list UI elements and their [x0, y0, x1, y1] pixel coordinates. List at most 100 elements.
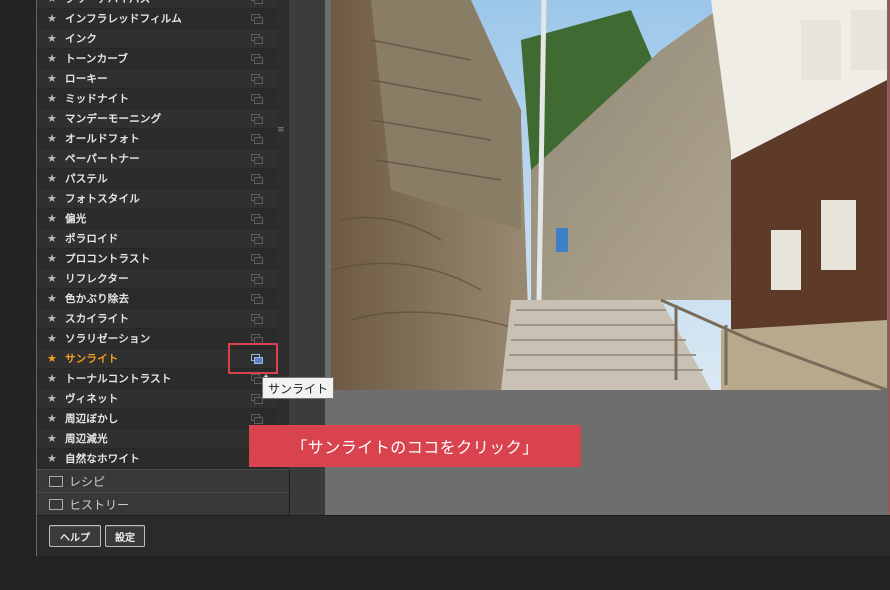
copy-icon[interactable]	[251, 314, 263, 324]
star-icon[interactable]: ★	[47, 392, 61, 405]
filter-item[interactable]: ★ 周辺ぼかし	[37, 409, 277, 429]
star-icon[interactable]: ★	[47, 32, 61, 45]
filter-item[interactable]: ★ インク	[37, 29, 277, 49]
filter-item-label: トーナルコントラスト	[65, 373, 172, 385]
filter-item-label: オールドフォト	[65, 133, 140, 145]
star-icon[interactable]: ★	[47, 232, 61, 245]
filter-item-label: ポラロイド	[65, 233, 119, 245]
photo-preview	[331, 0, 887, 390]
filter-item[interactable]: ★ トーンカーブ	[37, 49, 277, 69]
star-icon[interactable]: ★	[47, 252, 61, 265]
star-icon[interactable]: ★	[47, 352, 61, 365]
panel-scrollbar[interactable]	[289, 0, 326, 470]
star-icon[interactable]: ★	[47, 452, 61, 465]
star-icon[interactable]: ★	[47, 0, 61, 5]
star-icon[interactable]: ★	[47, 272, 61, 285]
filter-item-label: フォトスタイル	[65, 193, 140, 205]
filter-item-label: 周辺減光	[65, 433, 108, 445]
help-button[interactable]: ヘルプ	[49, 525, 101, 547]
filter-item-label: スカイライト	[65, 313, 130, 325]
filter-item[interactable]: ★ マンデーモーニング	[37, 109, 277, 129]
history-section-label: ヒストリー	[69, 497, 130, 512]
copy-icon[interactable]	[251, 154, 263, 164]
copy-icon[interactable]	[251, 114, 263, 124]
highlight-box	[228, 343, 278, 374]
copy-icon[interactable]	[251, 214, 263, 224]
star-icon[interactable]: ★	[47, 432, 61, 445]
filter-item-label: 色かぶり除去	[65, 293, 130, 305]
filter-item-label: 自然なホワイト	[65, 453, 140, 465]
copy-icon[interactable]	[251, 194, 263, 204]
star-icon[interactable]: ★	[47, 132, 61, 145]
filter-item[interactable]: ★ 偏光	[37, 209, 277, 229]
copy-icon[interactable]	[251, 134, 263, 144]
canvas-edge-line	[888, 0, 889, 515]
bottom-toolbar: ヘルプ 設定	[37, 515, 890, 556]
copy-icon[interactable]	[251, 414, 263, 424]
copy-icon[interactable]	[251, 34, 263, 44]
filter-item-label: リフレクター	[65, 273, 129, 285]
filter-item[interactable]: ★ 自然なホワイト	[37, 449, 277, 469]
star-icon[interactable]: ★	[47, 52, 61, 65]
history-icon	[49, 498, 63, 510]
copy-icon[interactable]	[251, 234, 263, 244]
filter-item-label: トーンカーブ	[65, 53, 129, 65]
filter-item-label: ローキー	[65, 73, 108, 85]
filter-item[interactable]: ★ ペーパートナー	[37, 149, 277, 169]
filter-item[interactable]: ★ ブリーチバイパス	[37, 0, 277, 9]
filter-item[interactable]: ★ オールドフォト	[37, 129, 277, 149]
copy-icon[interactable]	[251, 54, 263, 64]
star-icon[interactable]: ★	[47, 112, 61, 125]
filter-item[interactable]: ★ フォトスタイル	[37, 189, 277, 209]
filter-item[interactable]: ★ パステル	[37, 169, 277, 189]
star-icon[interactable]: ★	[47, 412, 61, 425]
star-icon[interactable]: ★	[47, 212, 61, 225]
star-icon[interactable]: ★	[47, 292, 61, 305]
filter-item-label: マンデーモーニング	[65, 113, 162, 125]
star-icon[interactable]: ★	[47, 172, 61, 185]
filter-item[interactable]: ★ プロコントラスト	[37, 249, 277, 269]
copy-icon[interactable]	[251, 174, 263, 184]
star-icon[interactable]: ★	[47, 92, 61, 105]
filter-item[interactable]: ★ 周辺減光	[37, 429, 277, 449]
star-icon[interactable]: ★	[47, 372, 61, 385]
copy-icon[interactable]	[251, 0, 263, 4]
filter-item-label: ヴィネット	[65, 393, 119, 405]
app-window: ★ ブリーチバイパス ★ インフラレッドフィルム ★ インク ★ トーンカーブ ★ ローキー ★ ミッ…	[36, 0, 890, 556]
copy-icon[interactable]	[251, 294, 263, 304]
recipe-section[interactable]: レシピ	[37, 469, 289, 492]
star-icon[interactable]: ★	[47, 152, 61, 165]
settings-button[interactable]: 設定	[105, 525, 145, 547]
filter-item[interactable]: ★ ポラロイド	[37, 229, 277, 249]
star-icon[interactable]: ★	[47, 72, 61, 85]
filter-item-label: プロコントラスト	[65, 253, 151, 265]
copy-icon[interactable]	[251, 254, 263, 264]
filter-item-label: ブリーチバイパス	[65, 0, 150, 6]
star-icon[interactable]: ★	[47, 192, 61, 205]
filter-item[interactable]: ★ リフレクター	[37, 269, 277, 289]
filter-item[interactable]: ★ ミッドナイト	[37, 89, 277, 109]
filter-item[interactable]: ★ ヴィネット	[37, 389, 277, 409]
star-icon[interactable]: ★	[47, 312, 61, 325]
copy-icon[interactable]	[251, 94, 263, 104]
filter-item-label: ソラリゼーション	[65, 333, 151, 345]
recipe-icon	[49, 475, 63, 487]
filter-item-label: ミッドナイト	[65, 93, 130, 105]
star-icon[interactable]: ★	[47, 332, 61, 345]
filter-item-label: インク	[65, 33, 98, 45]
star-icon[interactable]: ★	[47, 12, 61, 25]
filter-item[interactable]: ★ 色かぶり除去	[37, 289, 277, 309]
filter-item-label: ペーパートナー	[65, 153, 140, 165]
copy-icon[interactable]	[251, 14, 263, 24]
scroll-grip-icon[interactable]: ≡	[277, 125, 285, 135]
recipe-section-label: レシピ	[69, 474, 106, 489]
filter-item[interactable]: ★ ローキー	[37, 69, 277, 89]
instruction-callout: 「サンライトのココをクリック」	[249, 425, 581, 467]
copy-icon[interactable]	[251, 74, 263, 84]
filter-item-label: 偏光	[65, 213, 87, 225]
copy-icon[interactable]	[251, 274, 263, 284]
filter-list: ★ ブリーチバイパス ★ インフラレッドフィルム ★ インク ★ トーンカーブ ★ ローキー ★ ミッ…	[37, 0, 277, 469]
filter-item[interactable]: ★ スカイライト	[37, 309, 277, 329]
history-section[interactable]: ヒストリー	[37, 492, 289, 515]
filter-item[interactable]: ★ インフラレッドフィルム	[37, 9, 277, 29]
